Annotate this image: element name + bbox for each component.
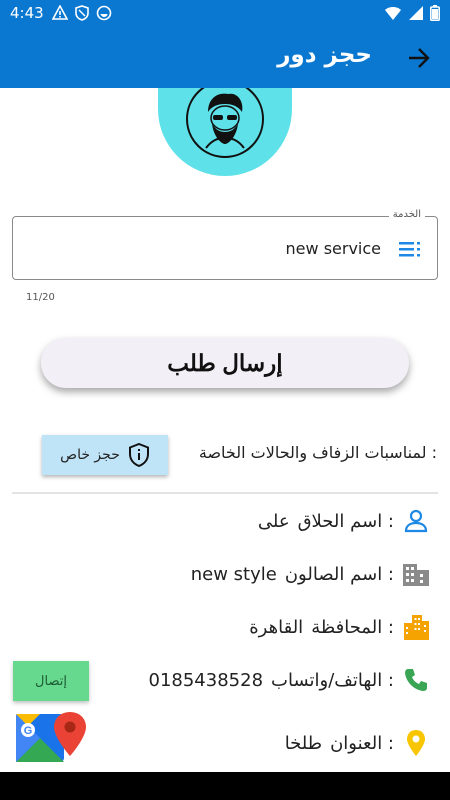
shield-icon [75, 5, 89, 21]
occasions-label: لمناسبات الزفاف والحالات الخاصة : [198, 443, 437, 462]
salon-name-label: اسم الصالون : [284, 563, 394, 585]
service-field-label: الخدمة [388, 209, 425, 220]
phone-value: 0185438528 [148, 669, 264, 691]
phone-label: الهاتف/واتساب : [271, 669, 394, 691]
private-booking-button[interactable]: حجز خاص [42, 435, 168, 475]
governorate-label: المحافظة : [311, 616, 394, 638]
call-button[interactable]: إتصال [13, 661, 89, 701]
salon-name-value: new style [190, 563, 277, 585]
navigation-bar [0, 772, 450, 800]
wifi-icon [385, 7, 401, 20]
barber-name-row: على اسم الحلاق : [258, 507, 430, 535]
location-pin-icon [407, 730, 425, 756]
service-field-value[interactable]: new service [286, 239, 381, 258]
app-bar: حجز دور [0, 28, 450, 88]
address-row: طلخا العنوان : [285, 729, 430, 757]
barber-logo-icon [186, 88, 264, 158]
page-title: حجز دور [277, 42, 372, 68]
city-icon [404, 615, 429, 640]
barber-name-value: على [257, 510, 290, 532]
google-maps-icon[interactable]: G [16, 712, 88, 764]
divider [12, 492, 438, 494]
sync-icon [96, 5, 112, 21]
service-field[interactable]: الخدمة new service [12, 209, 438, 280]
status-time: 4:43 [10, 4, 44, 22]
person-icon [404, 509, 428, 533]
status-bar: 4:43 [0, 0, 450, 28]
send-request-button[interactable]: إرسال طلب [41, 338, 409, 388]
address-label: العنوان : [330, 732, 394, 754]
shield-info-icon [128, 443, 149, 467]
signal-icon [409, 6, 423, 20]
phone-icon [405, 669, 427, 691]
character-counter: 11/20 [26, 292, 55, 303]
barber-name-label: اسم الحلاق : [297, 510, 394, 532]
building-icon [403, 564, 429, 586]
arrow-right-icon[interactable] [406, 45, 432, 71]
svg-text:G: G [24, 725, 33, 737]
address-value: طلخا [284, 732, 323, 754]
governorate-value: القاهرة [249, 616, 304, 638]
governorate-row: القاهرة المحافظة : [249, 613, 430, 641]
phone-row: 0185438528 الهاتف/واتساب : [149, 666, 431, 694]
warning-icon [52, 5, 68, 20]
salon-logo [158, 88, 292, 176]
salon-name-row: new style اسم الصالون : [191, 560, 430, 588]
battery-icon [430, 5, 440, 21]
list-icon [399, 242, 420, 257]
private-booking-label: حجز خاص [60, 447, 120, 463]
